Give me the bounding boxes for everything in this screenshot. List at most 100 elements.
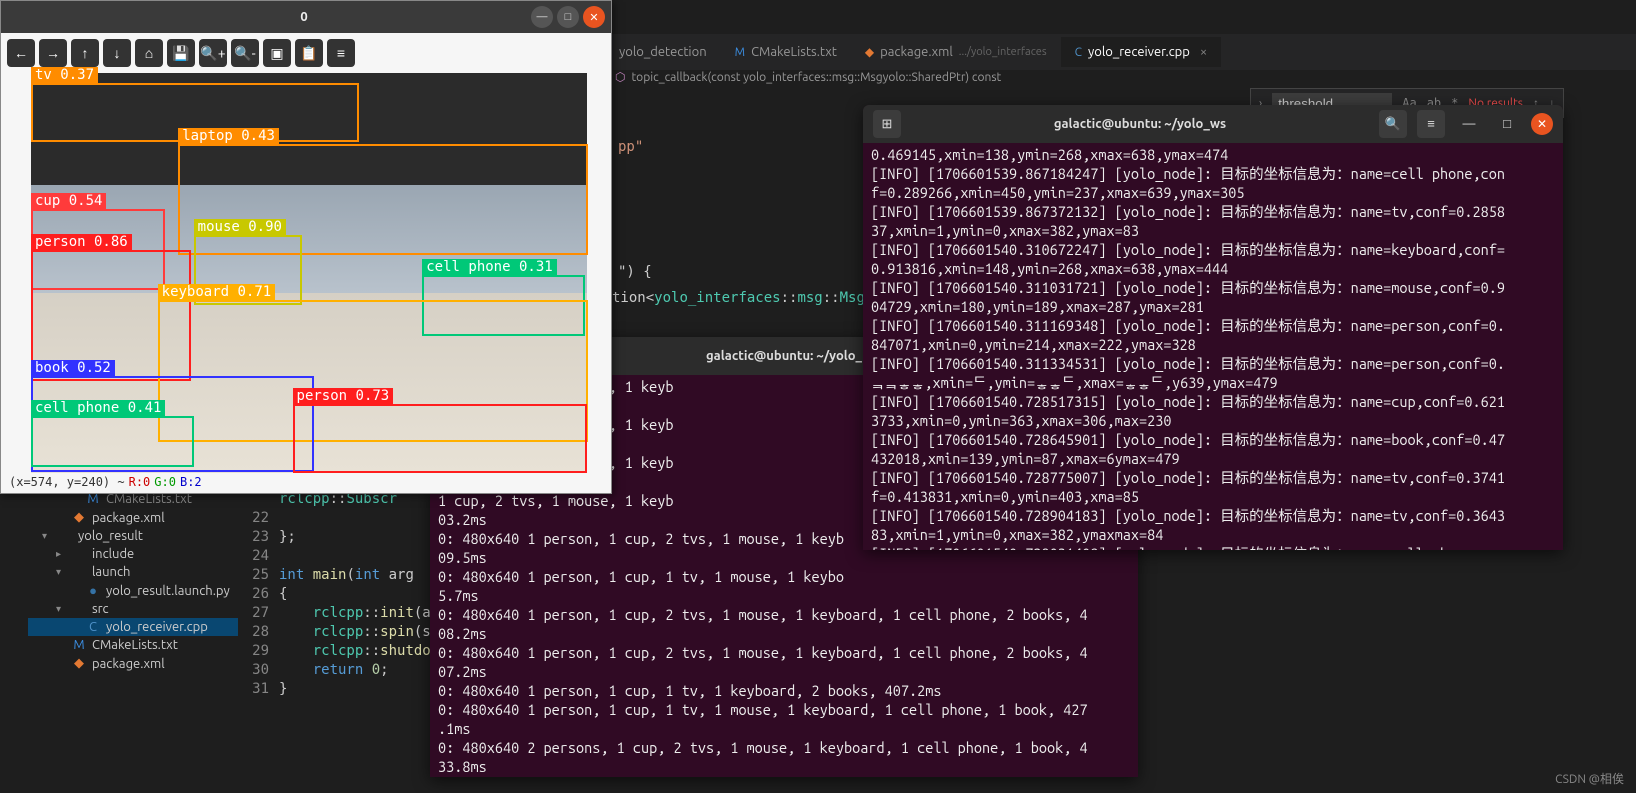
code-line: 27 rclcpp::init(a xyxy=(245,604,431,623)
file-icon: C xyxy=(86,620,100,634)
breadcrumb: ⬡ topic_callback(const yolo_interfaces::… xyxy=(615,70,1001,84)
tree-label: yolo_result.launch.py xyxy=(106,584,230,598)
tree-item-yolo_receiver-cpp[interactable]: Cyolo_receiver.cpp xyxy=(28,618,238,636)
minimize-icon[interactable]: — xyxy=(531,6,553,28)
code-fragment: ") { xyxy=(618,264,652,280)
file-explorer: M CMakeLists.txt ◆ package.xml ▾yolo_result▸… xyxy=(28,490,238,673)
tree-item-yolo_result-launch-py[interactable]: ● yolo_result.launch.py xyxy=(28,581,238,600)
tree-label: CMakeLists.txt xyxy=(92,638,178,652)
code-line: 22 xyxy=(245,509,431,528)
save-icon[interactable]: 💾 xyxy=(167,39,195,67)
breadcrumb-text: topic_callback(const yolo_interfaces::ms… xyxy=(631,71,1001,84)
arrow-right-icon[interactable]: → xyxy=(39,39,67,67)
fit-icon[interactable]: ▣ xyxy=(263,39,291,67)
tree-label: src xyxy=(92,602,109,616)
line-number: 27 xyxy=(245,604,279,623)
line-number: 24 xyxy=(245,547,279,566)
detection-label: mouse 0.90 xyxy=(194,219,286,235)
detection-label: cell phone 0.31 xyxy=(422,259,556,275)
file-icon: ◆ xyxy=(72,510,86,525)
arrow-up-icon[interactable]: ↑ xyxy=(71,39,99,67)
code-fragment: pp" xyxy=(618,139,643,155)
file-icon: C xyxy=(1075,46,1082,59)
terminal-body[interactable]: 0.469145,xmin=138,ymin=268,xmax=638,ymax… xyxy=(863,143,1563,550)
terminal-right[interactable]: ⊞ galactic@ubuntu: ~/yolo_ws 🔍 ≡ — □ ✕ 0… xyxy=(863,105,1563,550)
terminal-title: galactic@ubuntu: ~/yolo_ws xyxy=(901,115,1379,134)
image-viewer-window: 0 — □ ✕ ←→↑↓⌂💾🔍+🔍-▣📋≡ tv 0.37laptop 0.43… xyxy=(0,0,612,494)
close-icon[interactable]: × xyxy=(1200,45,1207,59)
status-blue: B:2 xyxy=(180,475,202,491)
tree-label: package.xml xyxy=(92,657,165,671)
code-editor[interactable]: rclcpp::Subscr2223};2425int main(int arg… xyxy=(245,490,431,699)
code-line: 29 rclcpp::shutdo xyxy=(245,642,431,661)
terminal-titlebar: ⊞ galactic@ubuntu: ~/yolo_ws 🔍 ≡ — □ ✕ xyxy=(863,105,1563,143)
file-icon: M xyxy=(735,46,745,59)
watermark: CSDN @相俟 xyxy=(1555,770,1624,787)
minimize-icon[interactable]: — xyxy=(1455,110,1483,138)
tab-yolo_receiver-cpp[interactable]: Cyolo_receiver.cpp × xyxy=(1061,37,1222,67)
tree-label: include xyxy=(92,547,134,561)
close-icon[interactable]: ✕ xyxy=(1531,113,1553,135)
detection-label: tv 0.37 xyxy=(31,67,98,83)
tree-item-src[interactable]: ▾src xyxy=(28,600,238,618)
search-icon[interactable]: 🔍 xyxy=(1379,110,1407,138)
line-number: 28 xyxy=(245,623,279,642)
code-text: int main(int arg xyxy=(279,566,414,585)
menu-icon[interactable]: ≡ xyxy=(1417,110,1445,138)
tab-package-xml[interactable]: ◆ package.xml .../yolo_interfaces xyxy=(851,37,1061,67)
tree-item-launch[interactable]: ▾launch xyxy=(28,563,238,581)
line-number: 29 xyxy=(245,642,279,661)
code-line: 30 return 0; xyxy=(245,661,431,680)
line-number: 30 xyxy=(245,661,279,680)
detection-label: person 0.73 xyxy=(293,388,394,404)
line-number: 26 xyxy=(245,585,279,604)
close-icon[interactable]: ✕ xyxy=(583,6,605,28)
code-text: }; xyxy=(279,528,296,547)
line-number: 22 xyxy=(245,509,279,528)
window-title: 0 xyxy=(77,10,531,24)
file-icon: M xyxy=(86,492,100,506)
file-icon: M xyxy=(72,638,86,652)
tab-yolo_detection[interactable]: yolo_detection xyxy=(605,37,721,67)
status-red: R:0 xyxy=(129,475,151,491)
tab-label: package.xml xyxy=(880,45,953,59)
tab-label: yolo_detection xyxy=(619,45,707,59)
tree-item-package-xml[interactable]: ◆package.xml xyxy=(28,654,238,673)
clipboard-icon[interactable]: 📋 xyxy=(295,39,323,67)
arrow-down-icon[interactable]: ↓ xyxy=(103,39,131,67)
new-tab-icon[interactable]: ⊞ xyxy=(873,110,901,138)
code-line: 24 xyxy=(245,547,431,566)
settings-icon[interactable]: ≡ xyxy=(327,39,355,67)
tree-label: package.xml xyxy=(92,511,165,525)
file-icon: ◆ xyxy=(865,45,874,59)
tree-item-cmakelists-txt[interactable]: M CMakeLists.txt xyxy=(28,636,238,654)
detection-label: person 0.86 xyxy=(31,234,132,250)
tab-path: .../yolo_interfaces xyxy=(959,46,1047,58)
tree-label: launch xyxy=(92,565,130,579)
tree-label: yolo_result xyxy=(78,529,143,543)
line-number: 31 xyxy=(245,680,279,699)
editor-tabs: yolo_detection M CMakeLists.txt ◆ package.xm… xyxy=(605,34,1636,70)
status-green: G:0 xyxy=(154,475,176,491)
tree-item-package-xml[interactable]: ◆ package.xml xyxy=(28,508,238,527)
maximize-icon[interactable]: □ xyxy=(557,6,579,28)
code-text: return 0; xyxy=(279,661,389,680)
image-canvas: tv 0.37laptop 0.43cup 0.54mouse 0.90pers… xyxy=(31,73,587,473)
tree-label: yolo_receiver.cpp xyxy=(106,620,208,634)
tree-label: CMakeLists.txt xyxy=(106,492,192,506)
maximize-icon[interactable]: □ xyxy=(1493,110,1521,138)
tree-item-yolo_result[interactable]: ▾yolo_result xyxy=(28,527,238,545)
cursor-position: (x=574, y=240) ~ xyxy=(9,475,125,491)
file-icon: ● xyxy=(86,583,100,598)
line-number: 23 xyxy=(245,528,279,547)
tab-label: yolo_receiver.cpp xyxy=(1088,45,1190,59)
tree-item-include[interactable]: ▸include xyxy=(28,545,238,563)
code-line: 31} xyxy=(245,680,431,699)
detection-label: keyboard 0.71 xyxy=(158,284,276,300)
home-icon[interactable]: ⌂ xyxy=(135,39,163,67)
tab-cmakelists-txt[interactable]: M CMakeLists.txt xyxy=(721,37,851,67)
zoom-in-icon[interactable]: 🔍+ xyxy=(199,39,227,67)
zoom-out-icon[interactable]: 🔍- xyxy=(231,39,259,67)
tab-label: CMakeLists.txt xyxy=(751,45,837,59)
arrow-left-icon[interactable]: ← xyxy=(7,39,35,67)
